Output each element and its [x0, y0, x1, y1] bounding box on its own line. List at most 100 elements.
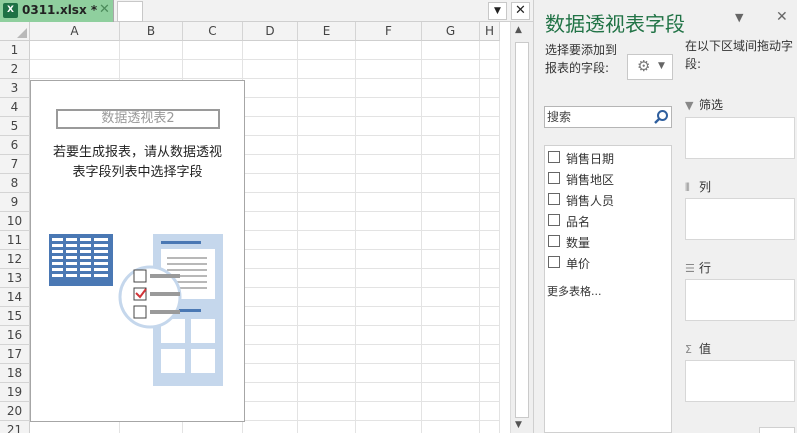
grid-cell[interactable]	[480, 326, 500, 345]
column-header-g[interactable]: G	[422, 22, 480, 41]
grid-cell[interactable]	[298, 288, 356, 307]
grid-cell[interactable]	[120, 60, 183, 79]
grid-cell[interactable]	[356, 136, 422, 155]
grid-cell[interactable]	[243, 421, 298, 433]
grid-cell[interactable]	[422, 269, 480, 288]
filter-drop-area[interactable]	[685, 117, 795, 159]
grid-cell[interactable]	[480, 364, 500, 383]
grid-cell[interactable]	[243, 98, 298, 117]
update-button[interactable]	[759, 427, 795, 433]
grid-cell[interactable]	[243, 364, 298, 383]
columns-drop-area[interactable]	[685, 198, 795, 240]
grid-cell[interactable]	[422, 288, 480, 307]
grid-cell[interactable]	[356, 212, 422, 231]
grid-cell[interactable]	[298, 402, 356, 421]
grid-cell[interactable]	[243, 136, 298, 155]
grid-cell[interactable]	[480, 60, 500, 79]
grid-cell[interactable]	[480, 231, 500, 250]
row-header-19[interactable]: 19	[0, 383, 30, 402]
search-icon[interactable]	[653, 109, 669, 125]
grid-cell[interactable]	[298, 193, 356, 212]
grid-cell[interactable]	[356, 421, 422, 433]
row-header-20[interactable]: 20	[0, 402, 30, 421]
grid-cell[interactable]	[243, 345, 298, 364]
grid-cell[interactable]	[298, 383, 356, 402]
pivot-table-placeholder[interactable]: 数据透视表2 若要生成报表，请从数据透视 表字段列表中选择字段	[30, 80, 245, 422]
close-window-icon[interactable]: ✕	[511, 2, 530, 20]
grid-cell[interactable]	[480, 117, 500, 136]
field-item[interactable]: 销售人员	[545, 190, 671, 211]
select-all-corner[interactable]	[0, 22, 30, 41]
grid-cell[interactable]	[298, 250, 356, 269]
grid-cell[interactable]	[480, 174, 500, 193]
grid-cell[interactable]	[422, 193, 480, 212]
rows-drop-area[interactable]	[685, 279, 795, 321]
grid-cell[interactable]	[480, 421, 500, 433]
row-header-5[interactable]: 5	[0, 117, 30, 136]
grid-cell[interactable]	[356, 345, 422, 364]
values-drop-area[interactable]	[685, 360, 795, 402]
row-header-10[interactable]: 10	[0, 212, 30, 231]
grid-cell[interactable]	[243, 402, 298, 421]
grid-cell[interactable]	[298, 79, 356, 98]
grid-cell[interactable]	[356, 288, 422, 307]
grid-cell[interactable]	[243, 174, 298, 193]
field-item[interactable]: 销售地区	[545, 169, 671, 190]
column-header-c[interactable]: C	[183, 22, 243, 41]
grid-cell[interactable]	[243, 326, 298, 345]
grid-cell[interactable]	[422, 307, 480, 326]
grid-cell[interactable]	[422, 60, 480, 79]
field-checkbox[interactable]	[548, 256, 560, 268]
grid-cell[interactable]	[183, 421, 243, 433]
vertical-scrollbar[interactable]: ▲ ▼	[510, 22, 533, 433]
panel-close-icon[interactable]: ✕	[776, 9, 788, 25]
grid-cell[interactable]	[480, 98, 500, 117]
row-header-15[interactable]: 15	[0, 307, 30, 326]
grid-cell[interactable]	[298, 155, 356, 174]
grid-cell[interactable]	[298, 421, 356, 433]
grid-cell[interactable]	[480, 383, 500, 402]
panel-options-icon[interactable]: ▼	[735, 11, 743, 24]
grid-cell[interactable]	[480, 41, 500, 60]
search-input[interactable]	[545, 107, 653, 127]
grid-cell[interactable]	[422, 383, 480, 402]
grid-cell[interactable]	[243, 155, 298, 174]
grid-cell[interactable]	[298, 41, 356, 60]
new-tab-button[interactable]	[117, 1, 143, 22]
grid-cell[interactable]	[480, 155, 500, 174]
grid-cell[interactable]	[243, 212, 298, 231]
grid-cell[interactable]	[298, 326, 356, 345]
row-header-11[interactable]: 11	[0, 231, 30, 250]
grid-cell[interactable]	[480, 79, 500, 98]
scroll-up-icon[interactable]: ▲	[515, 25, 522, 35]
more-tables-link[interactable]: 更多表格...	[547, 283, 602, 299]
grid-cell[interactable]	[480, 345, 500, 364]
column-header-h[interactable]: H	[480, 22, 500, 41]
grid-cell[interactable]	[480, 269, 500, 288]
row-header-12[interactable]: 12	[0, 250, 30, 269]
grid-cell[interactable]	[356, 155, 422, 174]
file-tab[interactable]: X 0311.xlsx * ✕	[0, 0, 114, 22]
grid-cell[interactable]	[356, 117, 422, 136]
grid-cell[interactable]	[480, 212, 500, 231]
grid-cell[interactable]	[243, 231, 298, 250]
grid-cell[interactable]	[356, 383, 422, 402]
grid-cell[interactable]	[480, 193, 500, 212]
grid-cell[interactable]	[183, 60, 243, 79]
field-checkbox[interactable]	[548, 193, 560, 205]
grid-cell[interactable]	[120, 421, 183, 433]
field-checkbox[interactable]	[548, 151, 560, 163]
grid-cell[interactable]	[298, 136, 356, 155]
grid-cell[interactable]	[243, 41, 298, 60]
grid-cell[interactable]	[422, 136, 480, 155]
grid-cell[interactable]	[480, 402, 500, 421]
grid-cell[interactable]	[356, 41, 422, 60]
tab-dropdown-icon[interactable]: ▼	[488, 2, 507, 20]
grid-cell[interactable]	[243, 269, 298, 288]
column-header-f[interactable]: F	[356, 22, 422, 41]
grid-cell[interactable]	[356, 307, 422, 326]
row-header-18[interactable]: 18	[0, 364, 30, 383]
grid-cell[interactable]	[243, 250, 298, 269]
field-search-box[interactable]	[544, 106, 672, 128]
grid-cell[interactable]	[356, 193, 422, 212]
